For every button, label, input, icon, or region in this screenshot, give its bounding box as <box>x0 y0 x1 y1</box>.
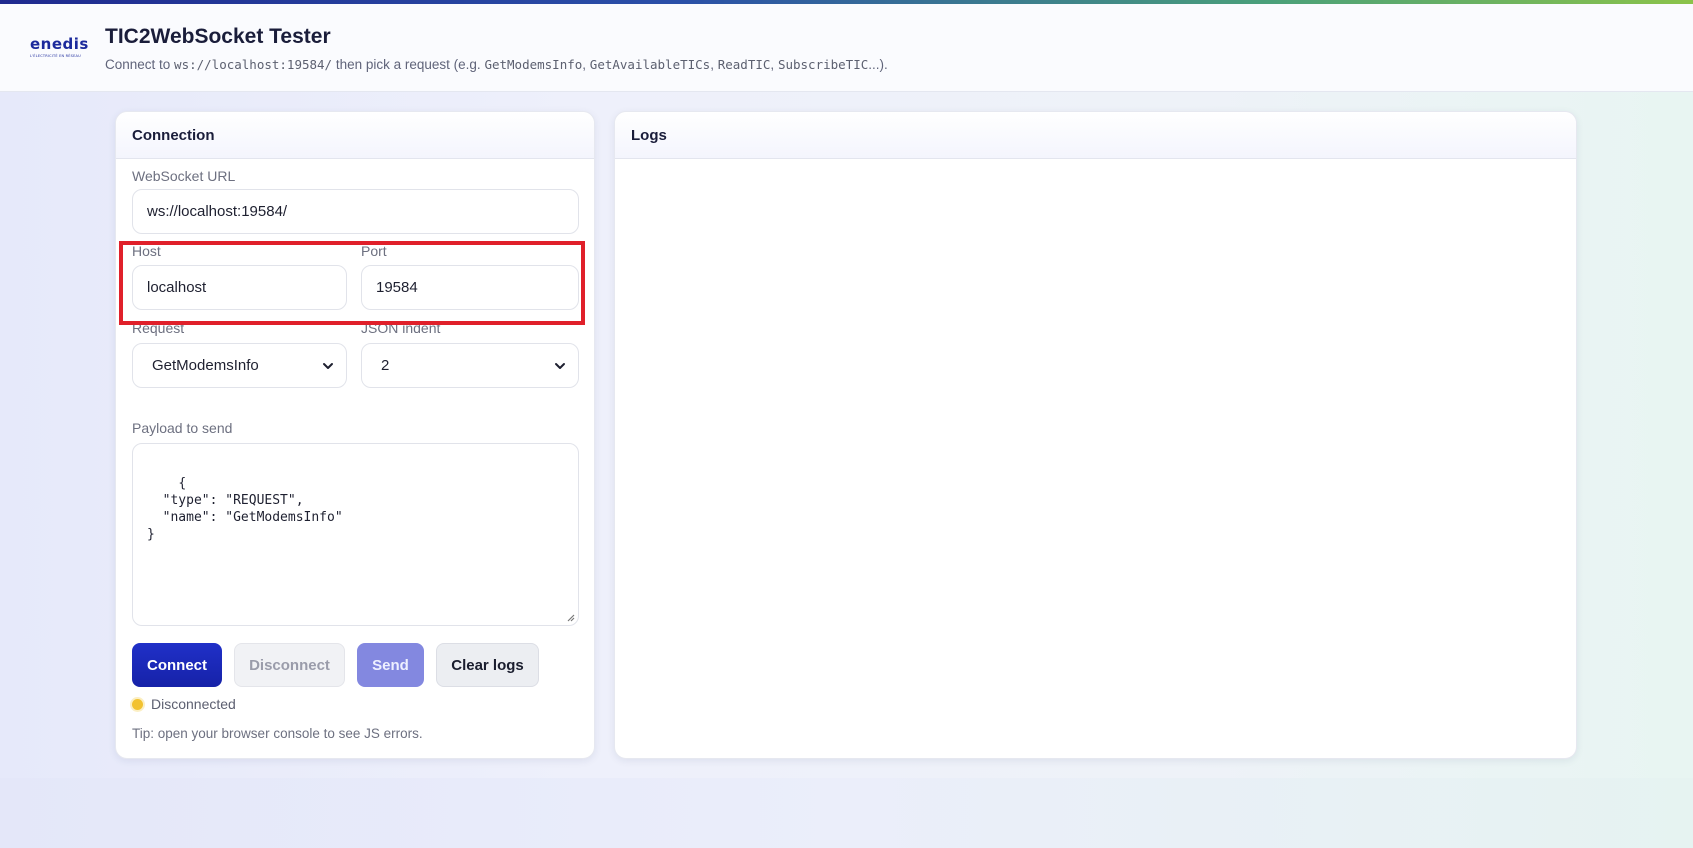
subtitle-url: ws://localhost:19584/ <box>174 57 333 72</box>
payload-label: Payload to send <box>132 420 233 436</box>
subtitle-suffix: ...). <box>868 57 888 72</box>
websocket-url-label: WebSocket URL <box>132 168 236 184</box>
logs-panel: Logs <box>614 111 1577 759</box>
logo-tagline: L'ÉLECTRICITÉ EN RÉSEAU <box>30 54 81 58</box>
connection-status: Disconnected <box>132 696 236 712</box>
console-tip: Tip: open your browser console to see JS… <box>132 726 423 741</box>
request-selected-value: GetModemsInfo <box>152 357 259 374</box>
connection-panel: Connection WebSocket URL ws://localhost:… <box>115 111 595 759</box>
logs-output[interactable] <box>615 159 1576 758</box>
chevron-down-icon <box>323 362 333 369</box>
websocket-url-input[interactable]: ws://localhost:19584/ <box>132 189 579 234</box>
highlight-box <box>119 241 585 325</box>
payload-textarea[interactable]: { "type": "REQUEST", "name": "GetModemsI… <box>132 443 579 626</box>
footer-band <box>0 778 1693 848</box>
page-title: TIC2WebSocket Tester <box>105 25 331 48</box>
json-indent-selected-value: 2 <box>381 357 390 374</box>
status-dot-icon <box>132 698 143 710</box>
request-select[interactable]: GetModemsInfo <box>132 343 347 388</box>
logs-panel-title: Logs <box>615 112 1576 159</box>
subtitle-sep-1: , <box>582 57 590 72</box>
chevron-down-icon <box>555 362 565 369</box>
subtitle-example-1: GetModemsInfo <box>484 57 583 72</box>
page-subtitle: Connect to ws://localhost:19584/ then pi… <box>105 57 888 72</box>
status-text: Disconnected <box>151 696 236 712</box>
disconnect-button[interactable]: Disconnect <box>234 643 345 687</box>
subtitle-sep-2: , <box>710 57 718 72</box>
subtitle-example-3: ReadTIC <box>717 57 771 72</box>
websocket-url-value: ws://localhost:19584/ <box>147 203 288 220</box>
send-button[interactable]: Send <box>357 643 424 687</box>
connection-panel-title: Connection <box>116 112 594 159</box>
clear-logs-button[interactable]: Clear logs <box>436 643 539 687</box>
logo-wordmark: enedis <box>30 35 89 53</box>
subtitle-example-2: GetAvailableTICs <box>589 57 711 72</box>
enedis-logo: enedis L'ÉLECTRICITÉ EN RÉSEAU <box>30 35 89 59</box>
subtitle-middle: then pick a request (e.g. <box>332 57 485 72</box>
resize-handle-icon[interactable] <box>566 613 575 622</box>
subtitle-sep-3: , <box>770 57 778 72</box>
subtitle-prefix: Connect to <box>105 57 175 72</box>
page-header: enedis L'ÉLECTRICITÉ EN RÉSEAU TIC2WebSo… <box>0 4 1693 92</box>
payload-value: { "type": "REQUEST", "name": "GetModemsI… <box>147 476 343 542</box>
connect-button[interactable]: Connect <box>132 643 222 687</box>
json-indent-select[interactable]: 2 <box>361 343 579 388</box>
subtitle-example-4: SubscribeTIC <box>777 57 869 72</box>
